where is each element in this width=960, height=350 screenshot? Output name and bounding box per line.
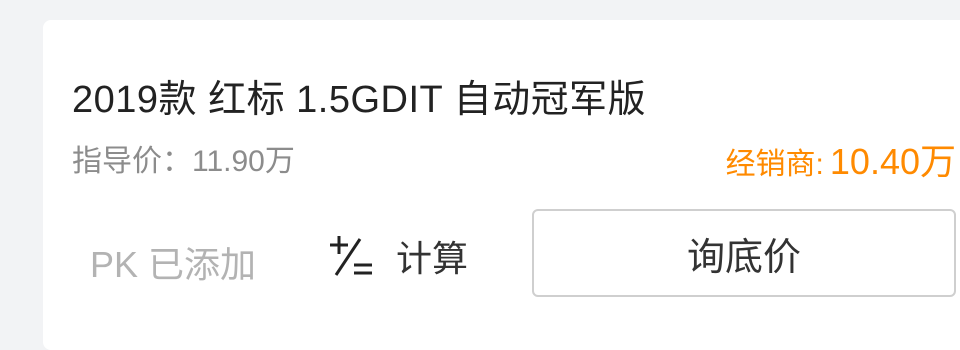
calculator-icon — [328, 233, 374, 279]
guide-price: 指导价：11.90万 — [72, 145, 295, 178]
pk-added-button[interactable]: PK 已添加 — [90, 236, 256, 288]
dealer-price-value: 10.40万 — [829, 141, 956, 182]
car-model-title: 2019款 红标 1.5GDIT 自动冠军版 — [72, 79, 647, 121]
dealer-price-block: 经销商: 10.40万 — [726, 133, 956, 185]
dealer-price-label: 经销商: — [725, 148, 824, 181]
calculate-label: 计算 — [396, 238, 469, 279]
inquiry-price-button[interactable]: 询底价 — [532, 209, 956, 297]
calculate-button[interactable]: 计算 — [328, 232, 468, 280]
